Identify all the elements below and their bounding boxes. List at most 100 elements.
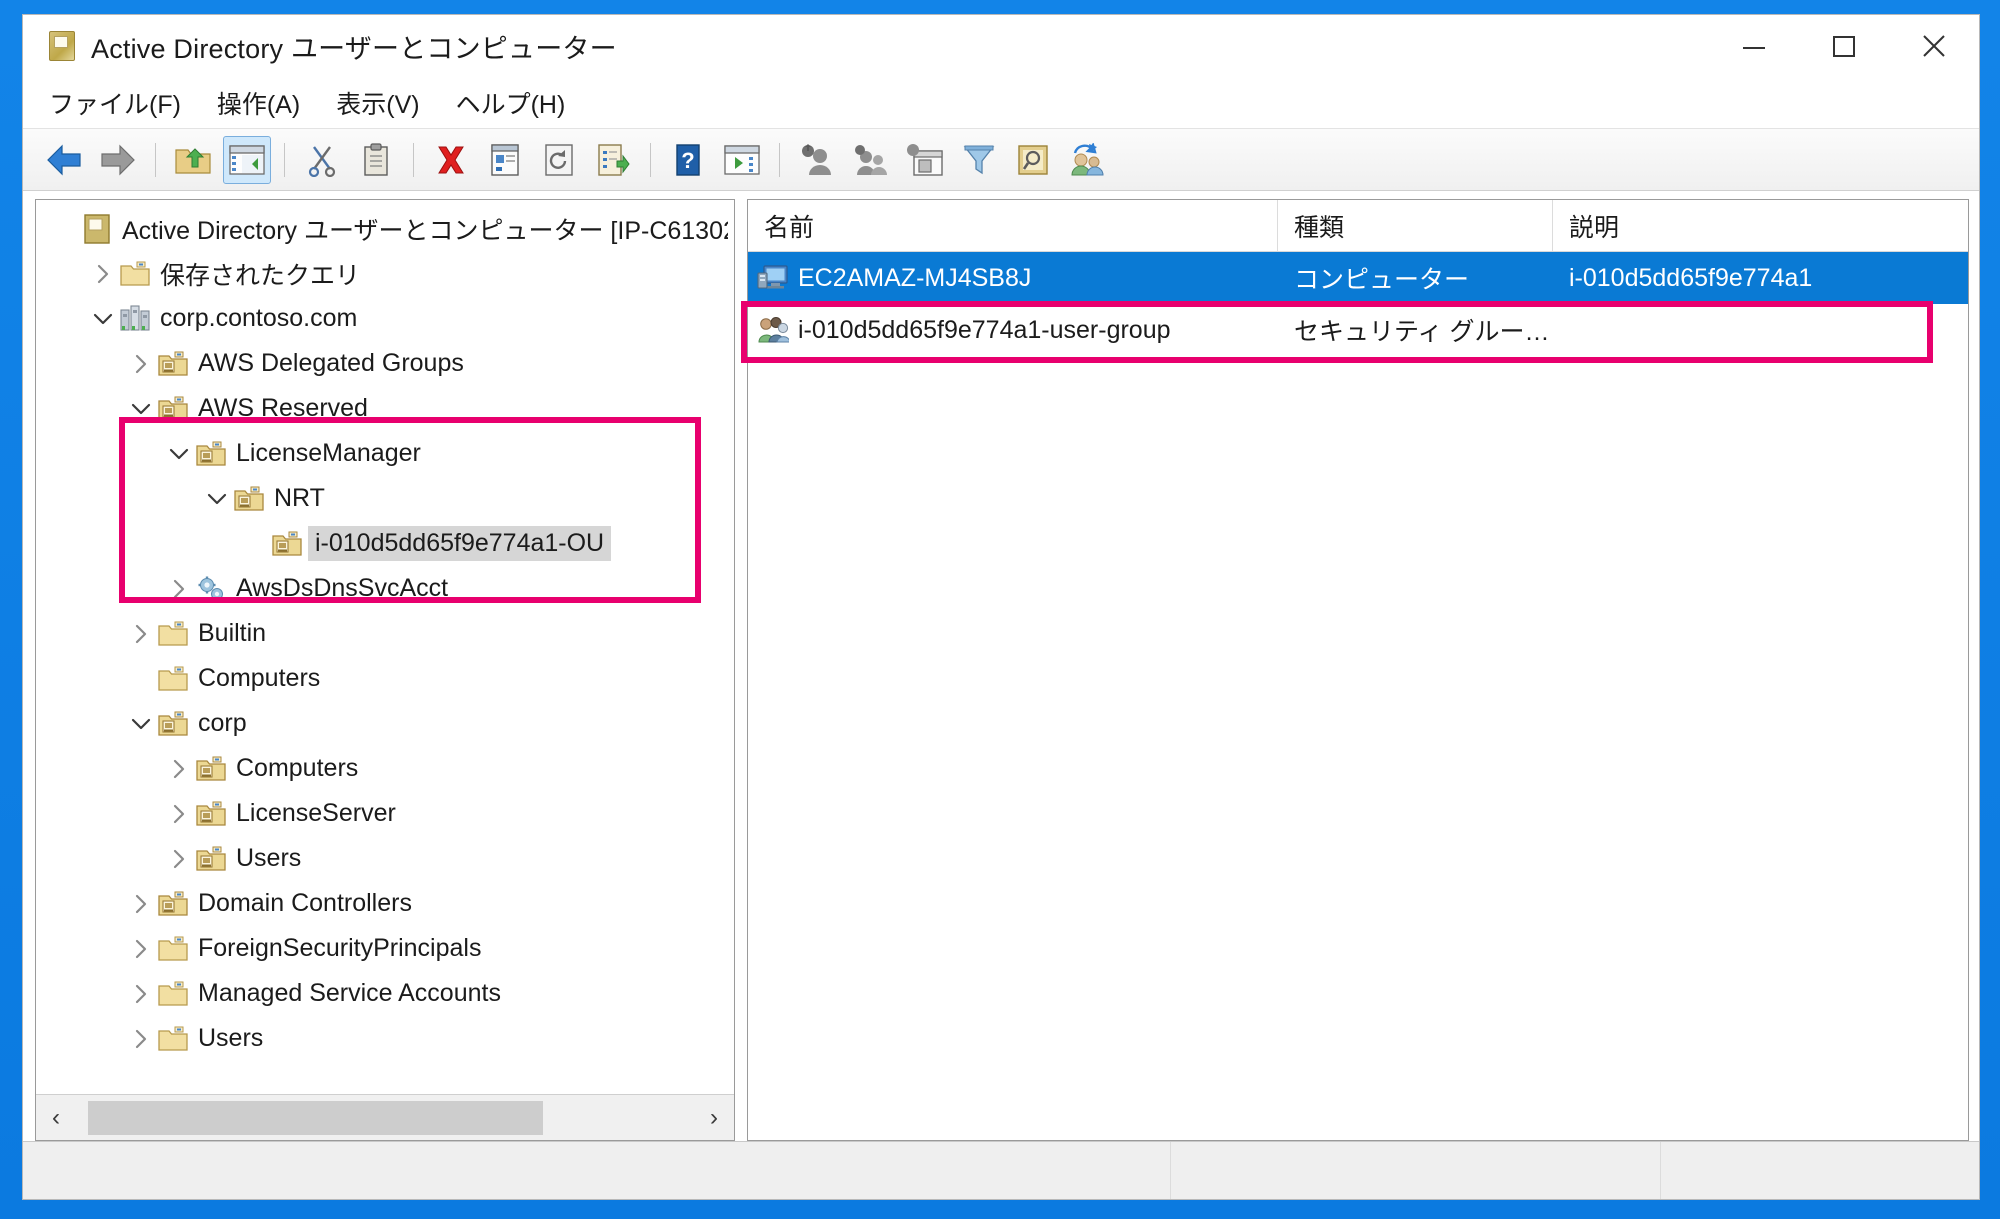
- tree-node[interactable]: Computers: [36, 656, 734, 701]
- column-header-type[interactable]: 種類: [1278, 200, 1553, 251]
- tree-node[interactable]: Domain Controllers: [36, 881, 734, 926]
- tree-node[interactable]: Builtin: [36, 611, 734, 656]
- cell-name: EC2AMAZ-MJ4SB8J: [748, 264, 1278, 293]
- chevron-right-icon[interactable]: [88, 263, 118, 285]
- delete-red-x-icon[interactable]: [427, 136, 475, 184]
- chevron-down-icon[interactable]: [202, 491, 232, 507]
- new-group-icon[interactable]: [847, 136, 895, 184]
- tree-node[interactable]: NRT: [36, 476, 734, 521]
- menu-view[interactable]: 表示(V): [336, 85, 419, 121]
- tree-node[interactable]: AWS Reserved: [36, 386, 734, 431]
- tree-node[interactable]: corp.contoso.com: [36, 296, 734, 341]
- main-content: Active Directory ユーザーとコンピューター [IP-C61302…: [23, 191, 1979, 1141]
- svg-text:?: ?: [681, 148, 694, 173]
- new-ou-icon[interactable]: [901, 136, 949, 184]
- tree-node[interactable]: corp: [36, 701, 734, 746]
- scrollbar-thumb[interactable]: [88, 1101, 543, 1135]
- add-to-group-icon[interactable]: [1063, 136, 1111, 184]
- table-row[interactable]: i-010d5dd65f9e774a1-user-group セキュリティ グルー…: [748, 304, 1968, 356]
- tree-node-label: Domain Controllers: [198, 889, 412, 917]
- menu-help[interactable]: ヘルプ(H): [456, 85, 566, 121]
- tree-node-label: Active Directory ユーザーとコンピューター [IP-C61302…: [122, 216, 728, 245]
- chevron-right-icon[interactable]: [164, 803, 194, 825]
- back-arrow-icon[interactable]: [40, 136, 88, 184]
- list-rows[interactable]: EC2AMAZ-MJ4SB8J コンピューター i-010d5dd65f9e774a…: [748, 252, 1968, 1140]
- show-hide-console-tree-icon[interactable]: [223, 135, 271, 184]
- tree-horizontal-scrollbar[interactable]: ‹ ›: [36, 1094, 734, 1140]
- tree-node-label: LicenseServer: [236, 799, 396, 827]
- scroll-right-arrow-icon[interactable]: ›: [694, 1095, 734, 1140]
- tree-node[interactable]: Managed Service Accounts: [36, 971, 734, 1016]
- maximize-button[interactable]: [1799, 15, 1889, 77]
- chevron-right-icon[interactable]: [126, 983, 156, 1005]
- list-column-headers: 名前 種類 説明: [748, 200, 1968, 252]
- window-title: Active Directory ユーザーとコンピューター: [91, 33, 617, 64]
- tree-node[interactable]: AWS Delegated Groups: [36, 341, 734, 386]
- tree-node[interactable]: Computers: [36, 746, 734, 791]
- refresh-icon[interactable]: [535, 136, 583, 184]
- tree-node-label: ForeignSecurityPrincipals: [198, 934, 482, 962]
- computer-icon: [756, 264, 790, 292]
- column-header-name[interactable]: 名前: [748, 200, 1278, 251]
- table-row[interactable]: EC2AMAZ-MJ4SB8J コンピューター i-010d5dd65f9e774a…: [748, 252, 1968, 304]
- scrollbar-track[interactable]: [76, 1095, 694, 1140]
- new-user-icon[interactable]: [793, 136, 841, 184]
- chevron-right-icon[interactable]: [126, 623, 156, 645]
- folder-icon: [156, 666, 190, 692]
- tree-node[interactable]: i-010d5dd65f9e774a1-OU: [36, 521, 734, 566]
- minimize-button[interactable]: [1709, 15, 1799, 77]
- find-magnifier-icon[interactable]: [1009, 136, 1057, 184]
- window-controls: [1709, 15, 1979, 77]
- filter-funnel-icon[interactable]: [955, 136, 1003, 184]
- export-list-icon[interactable]: [589, 136, 637, 184]
- ou-folder-icon: [232, 486, 266, 512]
- chevron-right-icon[interactable]: [126, 1028, 156, 1050]
- console-window-icon: [49, 31, 75, 61]
- chevron-down-icon[interactable]: [126, 401, 156, 417]
- clipboard-paste-icon[interactable]: [352, 136, 400, 184]
- title-bar: Active Directory ユーザーとコンピューター: [23, 15, 1979, 77]
- chevron-right-icon[interactable]: [126, 893, 156, 915]
- ou-folder-icon: [194, 441, 228, 467]
- desktop-background: Active Directory ユーザーとコンピューター ファイル(F) 操作…: [0, 0, 2000, 1219]
- forward-arrow-icon[interactable]: [94, 136, 142, 184]
- chevron-down-icon[interactable]: [88, 311, 118, 327]
- tree-node[interactable]: 保存されたクエリ: [36, 251, 734, 296]
- run-console-icon[interactable]: [718, 136, 766, 184]
- column-header-description[interactable]: 説明: [1553, 200, 1968, 251]
- tree-node[interactable]: Active Directory ユーザーとコンピューター [IP-C61302…: [36, 206, 734, 251]
- tree-node[interactable]: AwsDsDnsSvcAcct: [36, 566, 734, 611]
- toolbar-separator: [155, 142, 156, 177]
- chevron-right-icon[interactable]: [164, 848, 194, 870]
- menu-action[interactable]: 操作(A): [217, 85, 300, 121]
- tree-node[interactable]: LicenseServer: [36, 791, 734, 836]
- active-directory-window: Active Directory ユーザーとコンピューター ファイル(F) 操作…: [22, 14, 1980, 1200]
- ou-folder-icon: [194, 756, 228, 782]
- cut-scissors-icon[interactable]: [298, 136, 346, 184]
- tree-node[interactable]: ForeignSecurityPrincipals: [36, 926, 734, 971]
- close-button[interactable]: [1889, 15, 1979, 77]
- menu-file[interactable]: ファイル(F): [49, 85, 181, 121]
- gear-account-icon: [194, 575, 228, 603]
- tree-node-label: AWS Reserved: [198, 394, 368, 422]
- status-pane-2: [1171, 1142, 1661, 1199]
- help-question-icon[interactable]: ?: [664, 136, 712, 184]
- tree-node-label: corp: [198, 709, 247, 737]
- tree-node[interactable]: LicenseManager: [36, 431, 734, 476]
- up-one-level-folder-icon[interactable]: [169, 136, 217, 184]
- tree-node[interactable]: Users: [36, 836, 734, 881]
- tree-node-label: AwsDsDnsSvcAcct: [236, 574, 449, 602]
- ou-folder-icon: [156, 351, 190, 377]
- console-tree-pane: Active Directory ユーザーとコンピューター [IP-C61302…: [35, 199, 735, 1141]
- chevron-right-icon[interactable]: [164, 578, 194, 600]
- scroll-left-arrow-icon[interactable]: ‹: [36, 1095, 76, 1140]
- tree-node[interactable]: Users: [36, 1016, 734, 1061]
- tree-node-label: NRT: [274, 484, 325, 512]
- chevron-down-icon[interactable]: [126, 716, 156, 732]
- chevron-down-icon[interactable]: [164, 446, 194, 462]
- chevron-right-icon[interactable]: [126, 353, 156, 375]
- chevron-right-icon[interactable]: [126, 938, 156, 960]
- directory-tree[interactable]: Active Directory ユーザーとコンピューター [IP-C61302…: [36, 200, 734, 1094]
- chevron-right-icon[interactable]: [164, 758, 194, 780]
- properties-icon[interactable]: [481, 136, 529, 184]
